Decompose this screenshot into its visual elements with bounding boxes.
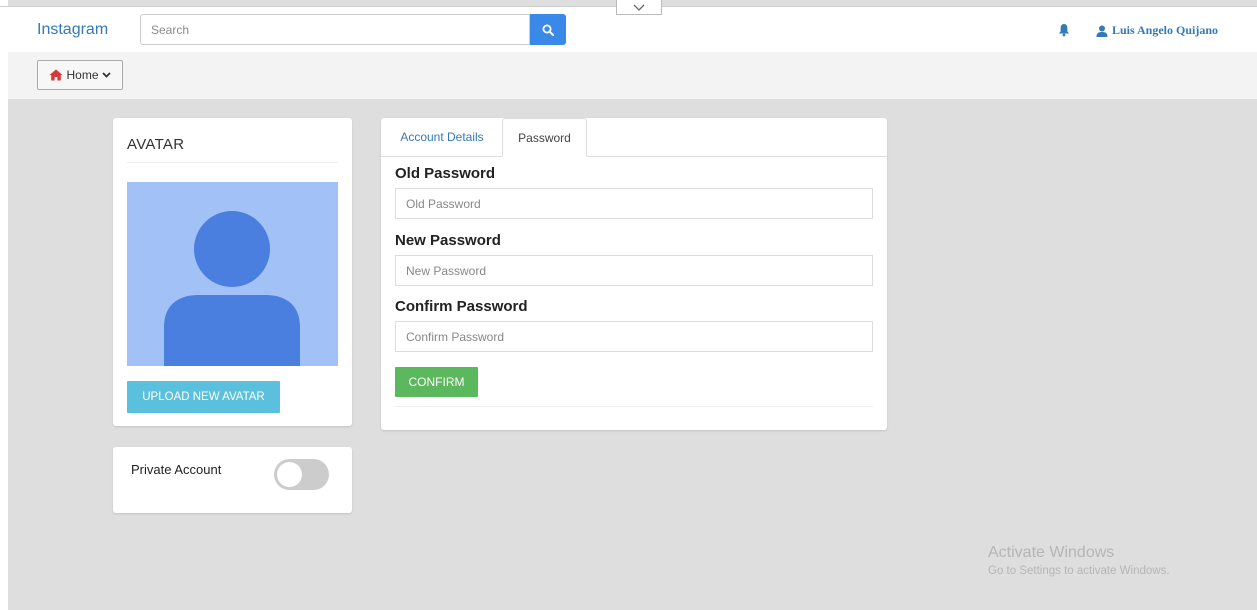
home-icon [49, 69, 63, 81]
search-icon [542, 24, 554, 36]
divider [395, 406, 873, 407]
collapse-toggle[interactable] [616, 0, 662, 15]
window-edge [0, 0, 8, 610]
new-password-field[interactable] [395, 255, 873, 286]
user-silhouette-icon [164, 211, 300, 366]
old-password-field[interactable] [395, 188, 873, 219]
notification-bell[interactable] [1058, 23, 1072, 39]
search-bar [140, 14, 567, 47]
chevron-down-icon [101, 72, 111, 78]
watermark-title: Activate Windows [988, 544, 1115, 561]
account-settings-card: Account Details Password Old Password Ne… [381, 118, 887, 430]
divider [127, 162, 338, 163]
toggle-knob [277, 462, 302, 487]
private-account-card: Private Account [113, 447, 352, 513]
bell-icon [1059, 24, 1069, 37]
upload-avatar-button[interactable]: UPLOAD NEW AVATAR [127, 381, 280, 413]
search-input[interactable] [140, 14, 530, 45]
user-menu[interactable]: Luis Angelo Quijano [1096, 23, 1218, 38]
user-name: Luis Angelo Quijano [1112, 23, 1219, 37]
settings-tabs: Account Details Password [381, 118, 887, 157]
private-account-toggle[interactable] [274, 459, 329, 490]
sub-navbar: Home [8, 52, 1257, 99]
watermark-subtitle: Go to Settings to activate Windows. [988, 565, 1170, 577]
avatar-card: AVATAR UPLOAD NEW AVATAR [113, 118, 352, 426]
private-account-label: Private Account [131, 462, 222, 477]
avatar-image [127, 182, 338, 366]
old-password-label: Old Password [395, 165, 496, 182]
home-dropdown[interactable]: Home [37, 60, 123, 90]
confirm-password-label: Confirm Password [395, 298, 528, 315]
confirm-button[interactable]: CONFIRM [395, 367, 478, 397]
tab-password[interactable]: Password [502, 118, 587, 157]
confirm-password-field[interactable] [395, 321, 873, 352]
new-password-label: New Password [395, 232, 501, 249]
brand-logo[interactable]: Instagram [37, 21, 108, 39]
chevron-down-icon [633, 4, 645, 11]
tab-account-details[interactable]: Account Details [385, 118, 499, 156]
home-label: Home [66, 68, 99, 82]
search-button[interactable] [530, 14, 566, 45]
avatar-title: AVATAR [127, 136, 185, 153]
windows-activation-watermark: Activate Windows Go to Settings to activ… [988, 544, 1170, 577]
user-icon [1096, 25, 1108, 37]
